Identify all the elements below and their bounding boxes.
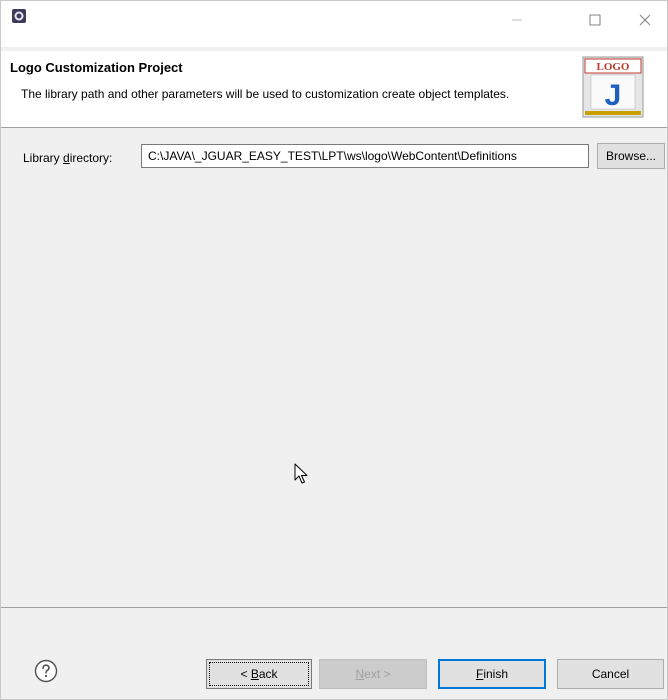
back-button[interactable]: < Back <box>206 659 312 689</box>
finish-button[interactable]: Finish <box>438 659 546 689</box>
wizard-body: Library directory: Browse... <box>1 128 667 606</box>
logo-text: LOGO <box>596 61 629 73</box>
eclipse-app-icon <box>12 9 26 23</box>
close-icon <box>639 14 651 26</box>
minimize-button[interactable] <box>497 9 537 31</box>
library-directory-input[interactable] <box>141 144 589 168</box>
minimize-icon <box>512 19 522 21</box>
wizard-dialog: Logo Customization Project The library p… <box>0 0 668 700</box>
maximize-icon <box>589 14 601 26</box>
page-title: Logo Customization Project <box>10 60 183 75</box>
browse-button[interactable]: Browse... <box>597 143 665 169</box>
footer-separator <box>1 607 667 608</box>
logo-j-icon: LOGO J <box>582 56 644 118</box>
title-bar[interactable] <box>1 1 667 47</box>
maximize-button[interactable] <box>575 9 615 31</box>
help-icon[interactable] <box>34 659 58 683</box>
page-description: The library path and other parameters wi… <box>21 87 510 101</box>
close-button[interactable] <box>625 9 665 31</box>
next-button[interactable]: Next > <box>319 659 427 689</box>
wizard-header: Logo Customization Project The library p… <box>1 51 667 128</box>
logo-letter: J <box>605 79 622 112</box>
library-directory-label: Library directory: <box>23 151 113 165</box>
mouse-pointer-icon <box>294 463 308 484</box>
cancel-button[interactable]: Cancel <box>557 659 664 689</box>
